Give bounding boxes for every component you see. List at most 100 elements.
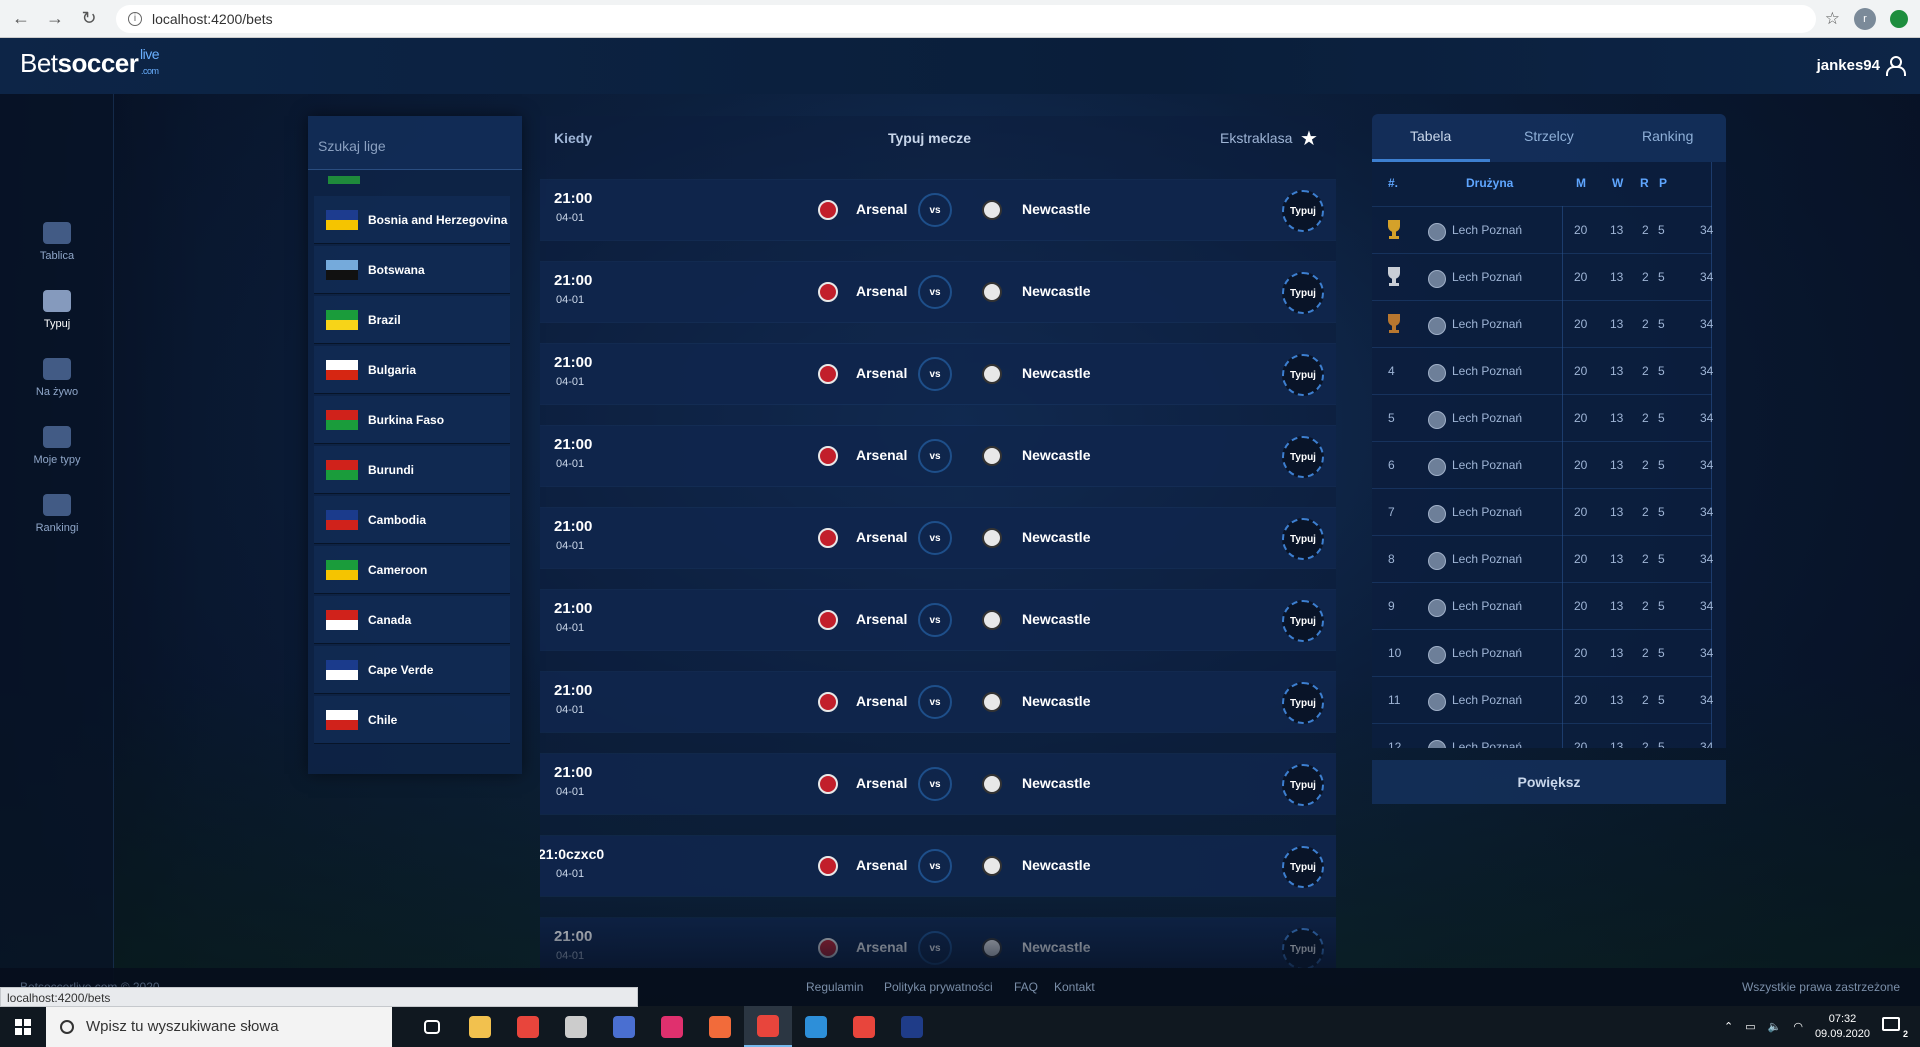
stat-pts: 34 [1700,458,1714,472]
league-item[interactable]: Cameroon [314,546,510,594]
header-m: M [1576,176,1586,190]
extension-icon[interactable] [1890,9,1908,28]
stat-w: 13 [1610,223,1624,237]
favorite-star-icon[interactable]: ★ [1300,126,1318,151]
footer-link-faq[interactable]: FAQ [1014,980,1038,994]
league-item[interactable]: Burundi [314,446,510,494]
logo[interactable]: Betsoccer live .com [20,46,160,79]
stat-p: 5 [1658,693,1665,707]
tab-tabela[interactable]: Tabela [1410,128,1451,144]
bet-button[interactable]: Typuj [1282,846,1324,888]
bet-button[interactable]: Typuj [1282,436,1324,478]
nav-item-3[interactable]: Moje typy [0,426,114,466]
save-disk-icon[interactable] [600,1006,648,1047]
match-row: 21:00 04-01 Arsenal vs Newcastle Typuj [540,918,1336,968]
team-name: Lech Poznań [1452,411,1523,425]
league-item[interactable]: Canada [314,596,510,644]
home-team-crest-icon [818,282,838,302]
vscode-icon[interactable] [792,1006,840,1047]
stat-p: 5 [1658,223,1665,237]
bet-button[interactable]: Typuj [1282,354,1324,396]
table-row: 8 Lech Poznań 20 13 2 5 34 [1372,535,1713,582]
table-row: 4 Lech Poznań 20 13 2 5 34 [1372,347,1713,394]
league-item[interactable]: Brazil [314,296,510,344]
trophy-icon [1384,219,1404,241]
nav-item-2[interactable]: Na żywo [0,358,114,398]
stat-p: 5 [1658,646,1665,660]
home-team-crest-icon [818,692,838,712]
chrome-profile-icon[interactable] [744,1006,792,1047]
site-info-icon[interactable]: i [128,11,142,26]
notification-center-icon[interactable]: 2 [1882,1016,1908,1039]
bookmark-star-icon[interactable]: ☆ [1825,9,1840,29]
league-item[interactable]: Burkina Faso [314,396,510,444]
bet-button[interactable]: Typuj [1282,764,1324,806]
team-name: Lech Poznań [1452,505,1523,519]
league-item[interactable]: Botswana [314,246,510,294]
taskbar-search-placeholder: Wpisz tu wyszukiwane słowa [86,1018,279,1035]
nav-item-4[interactable]: Rankingi [0,494,114,534]
team-name: Lech Poznań [1452,223,1523,237]
photoshop-icon[interactable] [888,1006,936,1047]
chrome-icon[interactable] [504,1006,552,1047]
nav-item-1[interactable]: Typuj [0,290,114,330]
league-item[interactable]: Cape Verde [314,646,510,694]
postman-icon[interactable] [696,1006,744,1047]
flag-icon [326,509,358,530]
profile-avatar[interactable]: r [1854,7,1876,30]
league-search-input[interactable]: Szukaj lige [308,116,522,170]
table-row: 7 Lech Poznań 20 13 2 5 34 [1372,488,1713,535]
forward-icon[interactable]: → [42,6,68,32]
terminal-icon[interactable] [552,1006,600,1047]
footer-link-regulamin[interactable]: Regulamin [806,980,863,994]
nav-item-0[interactable]: Tablica [0,222,114,262]
stat-w: 13 [1610,364,1624,378]
stat-w: 13 [1610,740,1624,748]
clock[interactable]: 07:32 09.09.2020 [1815,1012,1870,1042]
user-menu[interactable]: jankes94 [1817,56,1906,76]
battery-icon[interactable]: ▭ [1745,1020,1755,1033]
team-name: Lech Poznań [1452,599,1523,613]
file-explorer-icon[interactable] [456,1006,504,1047]
expand-button[interactable]: Powiększ [1372,760,1726,804]
league-item[interactable]: Bulgaria [314,346,510,394]
bet-button[interactable]: Typuj [1282,928,1324,968]
league-item[interactable]: Cambodia [314,496,510,544]
league-name: Bulgaria [368,362,417,377]
match-time: 21:00 [554,928,593,945]
bet-button[interactable]: Typuj [1282,682,1324,724]
footer-link-contact[interactable]: Kontakt [1054,980,1095,994]
intellij-icon[interactable] [648,1006,696,1047]
bet-button[interactable]: Typuj [1282,190,1324,232]
stat-p: 5 [1658,740,1665,748]
windows-start-icon[interactable] [0,1006,46,1047]
footer-link-privacy[interactable]: Polityka prywatności [884,980,993,994]
address-bar[interactable]: i localhost:4200/bets [116,4,1816,33]
match-time: 21:00 [554,600,593,617]
rights-text: Wszystkie prawa zastrzeżone [1741,980,1900,994]
away-team-crest-icon [982,282,1002,302]
match-row: 21:00 04-01 Arsenal vs Newcastle Typuj [540,754,1336,814]
league-item[interactable]: Bosnia and Herzegovina [314,196,510,244]
bet-button[interactable]: Typuj [1282,600,1324,642]
taskbar-search-input[interactable]: Wpisz tu wyszukiwane słowa [46,1006,392,1047]
volume-icon[interactable]: 🔈 [1768,1020,1782,1033]
chrome-alt-icon[interactable] [840,1006,888,1047]
gamepad-icon [43,358,71,380]
team-crest-icon [1428,740,1446,748]
back-icon[interactable]: ← [8,6,34,32]
row-position: 4 [1388,364,1395,378]
task-view-icon[interactable] [408,1006,456,1047]
row-position: 7 [1388,505,1395,519]
league-item[interactable]: Chile [314,696,510,744]
bet-button[interactable]: Typuj [1282,518,1324,560]
vs-badge: vs [918,931,952,965]
bet-button[interactable]: Typuj [1282,272,1324,314]
tab-ranking[interactable]: Ranking [1642,128,1693,144]
home-team-name: Arsenal [856,775,908,791]
reload-icon[interactable]: ↻ [76,6,102,32]
match-time: 21:0czxc0 [540,846,605,862]
tab-strzelcy[interactable]: Strzelcy [1524,128,1574,144]
wifi-icon[interactable]: ◠ [1793,1020,1803,1033]
chevron-up-icon[interactable]: ⌃ [1724,1020,1733,1033]
